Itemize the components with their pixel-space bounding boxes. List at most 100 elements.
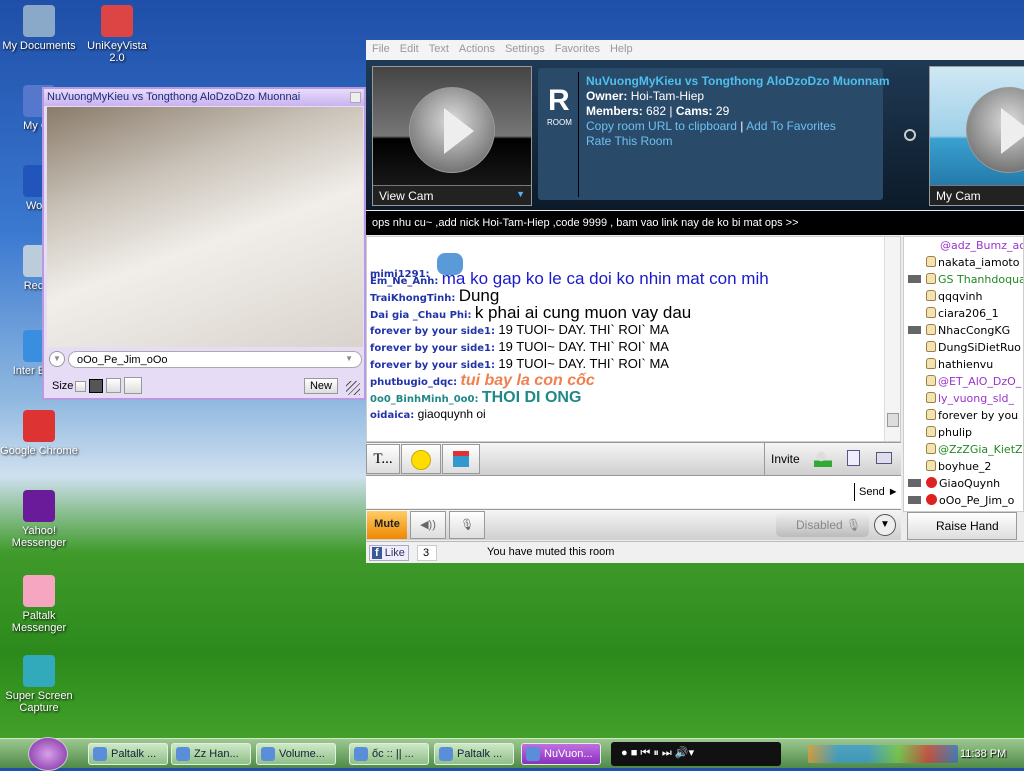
voice-options-button[interactable]: ▼ <box>874 514 896 536</box>
desktop-icon[interactable]: Super Screen Capture <box>0 655 78 714</box>
user-list-item[interactable]: qqqvinh <box>904 288 1023 305</box>
size-large-button[interactable] <box>106 378 121 393</box>
user-name: oOo_Pe_Jim_o <box>939 494 1015 507</box>
email-icon[interactable] <box>876 452 892 464</box>
desktop-icon[interactable]: Yahoo! Messenger <box>0 490 78 549</box>
menu-text[interactable]: Text <box>429 43 449 55</box>
chevron-down-icon[interactable]: ▼ <box>49 351 65 367</box>
taskbar-button-label: Paltalk ... <box>457 748 503 760</box>
menu-help[interactable]: Help <box>610 43 633 55</box>
chat-message: Dai gia _Chau Phi: k phai ai cung muon v… <box>370 304 897 321</box>
chat-sender: forever by your side1: <box>370 343 496 354</box>
hand-icon <box>926 392 936 403</box>
user-list-item[interactable]: hathienvu <box>904 356 1023 373</box>
user-list-item[interactable]: @adz_Bumz_ac <box>904 237 1023 254</box>
user-list-item[interactable]: phulip <box>904 424 1023 441</box>
chrome-icon <box>23 410 55 442</box>
menu-favorites[interactable]: Favorites <box>555 43 600 55</box>
desktop-icon[interactable]: Paltalk Messenger <box>0 575 78 634</box>
media-player-controls[interactable]: ● ■ ⏮ ⏸ ⏭ 🔊▾ <box>611 742 781 766</box>
send-button[interactable]: Send ► <box>859 486 899 498</box>
zoom-out-icon[interactable] <box>904 129 916 141</box>
taskbar-button[interactable]: Paltalk ... <box>88 743 168 765</box>
my-cam-button[interactable]: My Cam <box>930 185 1024 205</box>
message-input[interactable]: Send ► <box>366 475 901 508</box>
user-list-item[interactable]: forever by you <box>904 407 1023 424</box>
user-list-item[interactable]: @ET_AlO_DzO_ <box>904 373 1023 390</box>
add-user-icon[interactable] <box>814 451 832 467</box>
menu-file[interactable]: File <box>372 43 390 55</box>
hand-icon <box>926 426 936 437</box>
user-name: ly_vuong_sld_ <box>938 392 1015 405</box>
emoticon-button[interactable] <box>401 444 441 474</box>
cam-user-name: oOo_Pe_Jim_oOo <box>77 354 168 366</box>
taskbar-button[interactable]: Zz Han... <box>171 743 251 765</box>
chat-sender: Em_Ne_Anh: <box>370 276 439 287</box>
mic-volume-button[interactable]: 🎙 <box>449 511 485 539</box>
menu-actions[interactable]: Actions <box>459 43 495 55</box>
speaker-volume-button[interactable]: ◀)) <box>410 511 446 539</box>
start-button[interactable] <box>28 737 68 771</box>
room-header: View Cam ▼ R ROOM NuVuongMyKieu vs Tongth… <box>366 60 1024 210</box>
play-icon[interactable] <box>409 87 495 173</box>
system-tray <box>808 745 958 763</box>
user-list-item[interactable]: ciara206_1 <box>904 305 1023 322</box>
chat-sender: 0o0_BinhMinh_0o0: <box>370 394 479 405</box>
view-cam-panel[interactable]: View Cam ▼ <box>372 66 532 206</box>
paltalk-icon <box>23 575 55 607</box>
desktop-icon[interactable]: Google Chrome <box>0 410 78 457</box>
chat-message: oidaica: giaoquynh oi <box>370 406 897 423</box>
chat-toolbar: T... Invite <box>366 442 901 476</box>
size-medium-button[interactable] <box>89 379 103 393</box>
taskbar-button-label: Volume... <box>279 748 325 760</box>
room-announcement[interactable]: ops nhu cu~ ,add nick Hoi-Tam-Hiep ,code… <box>366 211 1024 235</box>
user-list-item[interactable]: GiaoQuynh <box>904 475 1023 492</box>
user-list-item[interactable]: NhacCongKG <box>904 322 1023 339</box>
cam-window[interactable]: NuVuongMyKieu vs Tongthong AloDzoDzo Muo… <box>42 87 366 400</box>
user-list-item[interactable]: @ZzZGia_KietZ <box>904 441 1023 458</box>
menu-edit[interactable]: Edit <box>400 43 419 55</box>
user-list-item[interactable]: nakata_iamoto <box>904 254 1023 271</box>
chat-message: forever by your side1: 19 TUOI~ DAY. THI… <box>370 355 897 372</box>
user-list-item[interactable]: GS Thanhdoqua <box>904 271 1023 288</box>
new-button[interactable]: New <box>304 378 338 394</box>
taskbar-button[interactable]: Volume... <box>256 743 336 765</box>
view-cam-button[interactable]: View Cam ▼ <box>373 185 531 205</box>
copy-icon[interactable] <box>847 450 860 466</box>
size-small-button[interactable] <box>75 381 86 392</box>
chat-text: THOI DI ONG <box>481 389 582 406</box>
disabled-label: Disabled <box>796 518 843 532</box>
rate-room-link[interactable]: Rate This Room <box>586 134 890 149</box>
taskbar-button[interactable]: NuVuon... <box>521 743 601 765</box>
play-icon[interactable] <box>966 87 1024 173</box>
app-icon <box>354 747 368 761</box>
user-name: @ZzZGia_KietZ <box>938 443 1023 456</box>
gift-button[interactable] <box>442 444 480 474</box>
user-name: hathienvu <box>938 358 994 371</box>
facebook-like-button[interactable]: f Like <box>369 545 409 561</box>
gift-icon <box>453 451 469 467</box>
chat-scrollbar[interactable] <box>884 237 900 441</box>
desktop-icon[interactable]: My Documents <box>0 5 78 52</box>
taskbar-button[interactable]: ốc :: || ... <box>349 743 429 765</box>
taskbar-button[interactable]: Paltalk ... <box>434 743 514 765</box>
add-favorites-link[interactable]: Add To Favorites <box>746 119 836 133</box>
text-format-button[interactable]: T... <box>366 444 400 474</box>
desktop-icon[interactable]: UniKeyVista 2.0 <box>78 5 156 64</box>
user-list-item[interactable]: DungSiDietRuo <box>904 339 1023 356</box>
user-list-item[interactable]: oOo_Pe_Jim_o <box>904 492 1023 509</box>
cam-user-select[interactable]: oOo_Pe_Jim_oOo ▼ <box>68 351 362 368</box>
my-cam-panel[interactable]: My Cam <box>929 66 1024 206</box>
resize-grip-icon[interactable] <box>346 381 360 395</box>
invite-button[interactable]: Invite <box>771 452 800 466</box>
mute-button[interactable]: Mute <box>367 511 407 539</box>
status-message: You have muted this room <box>487 546 615 558</box>
clock: 11:38 PM <box>960 748 1007 760</box>
raise-hand-button[interactable]: Raise Hand <box>907 512 1017 540</box>
close-icon[interactable] <box>350 92 361 103</box>
user-list-item[interactable]: ly_vuong_sld_ <box>904 390 1023 407</box>
size-xlarge-button[interactable] <box>124 377 142 394</box>
menu-settings[interactable]: Settings <box>505 43 545 55</box>
copy-url-link[interactable]: Copy room URL to clipboard <box>586 119 737 133</box>
user-list-item[interactable]: boyhue_2 <box>904 458 1023 475</box>
